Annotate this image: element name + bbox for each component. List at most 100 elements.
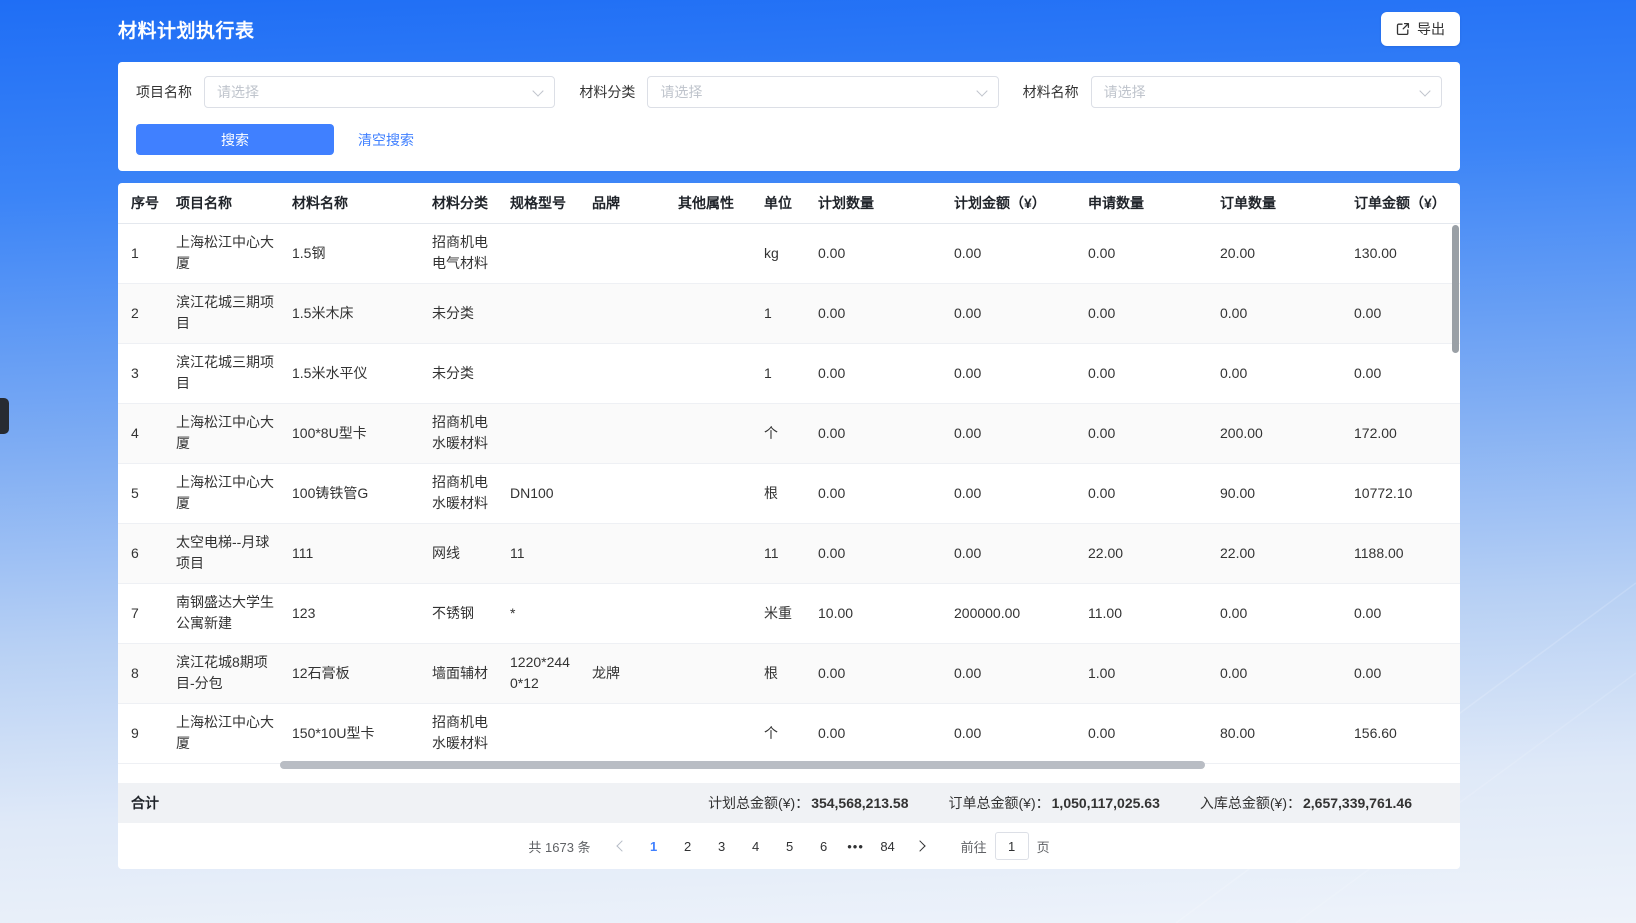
page-header: 材料计划执行表 导出 <box>118 0 1460 58</box>
table-cell <box>579 523 665 583</box>
summary-item-label: 计划总金额(¥)： <box>708 795 809 811</box>
column-header: 订单数量 <box>1207 183 1341 223</box>
table-cell: 0.00 <box>805 403 941 463</box>
search-button[interactable]: 搜索 <box>136 124 334 155</box>
prev-page-button[interactable] <box>607 831 637 861</box>
table-cell <box>579 223 665 283</box>
summary-row: 合计 计划总金额(¥)：354,568,213.58订单总金额(¥)：1,050… <box>118 783 1460 823</box>
table-cell: 11.00 <box>1075 583 1207 643</box>
horizontal-scrollbar[interactable] <box>280 761 1205 769</box>
table-cell: 滨江花城三期项目 <box>163 283 279 343</box>
table-cell: 0.00 <box>941 463 1075 523</box>
table-cell: 1220*2440*12 <box>497 643 579 703</box>
page-button-1[interactable]: 1 <box>639 831 669 861</box>
table-cell <box>579 463 665 523</box>
column-header: 单位 <box>751 183 805 223</box>
table-cell: * <box>497 583 579 643</box>
table-cell: 10772.10 <box>1341 463 1460 523</box>
page-button-4[interactable]: 4 <box>741 831 771 861</box>
table-cell: 111 <box>279 523 419 583</box>
table-row: 7南钢盛达大学生公寓新建123不锈钢*米重10.00200000.0011.00… <box>118 583 1460 643</box>
table-cell: 1.00 <box>1075 643 1207 703</box>
table-cell: 0.00 <box>1341 283 1460 343</box>
select-input-1[interactable]: 请选择 <box>647 76 998 108</box>
table-cell: 22.00 <box>1075 523 1207 583</box>
column-header: 其他属性 <box>665 183 751 223</box>
page-button-3[interactable]: 3 <box>707 831 737 861</box>
clear-search-link[interactable]: 清空搜索 <box>358 130 414 150</box>
drawer-handle[interactable] <box>0 398 9 434</box>
table-cell <box>497 223 579 283</box>
table-cell: 未分类 <box>419 283 497 343</box>
page-button-84[interactable]: 84 <box>873 831 903 861</box>
table-cell: 滨江花城三期项目 <box>163 343 279 403</box>
page-button-6[interactable]: 6 <box>809 831 839 861</box>
table-cell: 网线 <box>419 523 497 583</box>
goto-page-input[interactable] <box>995 832 1029 860</box>
table-cell: 0.00 <box>1075 463 1207 523</box>
table-cell: 不锈钢 <box>419 583 497 643</box>
select-input-0[interactable]: 请选择 <box>204 76 555 108</box>
table-cell: 0.00 <box>805 223 941 283</box>
table-cell: 个 <box>751 703 805 763</box>
table-cell: 8 <box>118 643 163 703</box>
table-cell: 滨江花城8期项目-分包 <box>163 643 279 703</box>
vertical-scrollbar[interactable] <box>1452 225 1459 353</box>
summary-item-label: 入库总金额(¥)： <box>1200 795 1301 811</box>
table-cell: 0.00 <box>1207 283 1341 343</box>
table-cell: 6 <box>118 523 163 583</box>
table-cell: 1.5米水平仪 <box>279 343 419 403</box>
table-cell: 南钢盛达大学生公寓新建 <box>163 583 279 643</box>
column-header: 品牌 <box>579 183 665 223</box>
page-title: 材料计划执行表 <box>118 16 255 43</box>
table-cell: 22.00 <box>1207 523 1341 583</box>
main-container: 材料计划执行表 导出 项目名称请选择材料分类请选择材料名称请选择 搜索 清空搜索 <box>118 0 1460 869</box>
column-header: 项目名称 <box>163 183 279 223</box>
table-cell: 上海松江中心大厦 <box>163 703 279 763</box>
table-cell: 0.00 <box>941 403 1075 463</box>
chevron-right-icon <box>914 840 925 851</box>
summary-item: 计划总金额(¥)：354,568,213.58 <box>708 793 908 813</box>
column-header: 计划数量 <box>805 183 941 223</box>
table-cell: 0.00 <box>805 523 941 583</box>
next-page-button[interactable] <box>905 831 935 861</box>
chevron-down-icon <box>978 90 986 95</box>
table-cell <box>665 643 751 703</box>
table-header-row: 序号项目名称材料名称材料分类规格型号品牌其他属性单位计划数量计划金额（¥）申请数… <box>118 183 1460 223</box>
pagination-goto: 前往 页 <box>961 832 1050 860</box>
table-cell: 150*10U型卡 <box>279 703 419 763</box>
table-row: 8滨江花城8期项目-分包12石膏板墙面辅材1220*2440*12龙牌根0.00… <box>118 643 1460 703</box>
page-button-2[interactable]: 2 <box>673 831 703 861</box>
summary-item: 入库总金额(¥)：2,657,339,761.46 <box>1200 793 1412 813</box>
table-cell: DN100 <box>497 463 579 523</box>
table-cell: 4 <box>118 403 163 463</box>
export-button[interactable]: 导出 <box>1381 12 1460 46</box>
table-cell: kg <box>751 223 805 283</box>
summary-items: 计划总金额(¥)：354,568,213.58订单总金额(¥)：1,050,11… <box>708 793 1412 813</box>
filter-actions: 搜索 清空搜索 <box>136 124 1442 155</box>
table-card: 序号项目名称材料名称材料分类规格型号品牌其他属性单位计划数量计划金额（¥）申请数… <box>118 183 1460 869</box>
table-cell: 1 <box>118 223 163 283</box>
column-header: 材料名称 <box>279 183 419 223</box>
page-button-5[interactable]: 5 <box>775 831 805 861</box>
table-cell: 0.00 <box>805 283 941 343</box>
select-placeholder: 请选择 <box>217 82 259 102</box>
filter-field-2: 材料名称请选择 <box>1023 76 1442 108</box>
table-cell: 0.00 <box>1207 583 1341 643</box>
table-row: 9上海松江中心大厦150*10U型卡招商机电水暖材料个0.000.000.008… <box>118 703 1460 763</box>
column-header: 订单金额（¥） <box>1341 183 1460 223</box>
table-cell: 0.00 <box>941 223 1075 283</box>
summary-item-value: 354,568,213.58 <box>811 795 908 811</box>
table-cell: 招商机电水暖材料 <box>419 403 497 463</box>
table-cell <box>579 283 665 343</box>
table-cell: 123 <box>279 583 419 643</box>
select-input-2[interactable]: 请选择 <box>1091 76 1442 108</box>
table-cell: 0.00 <box>1341 343 1460 403</box>
table-cell: 1.5钢 <box>279 223 419 283</box>
select-placeholder: 请选择 <box>1104 82 1146 102</box>
table-cell: 1 <box>751 283 805 343</box>
table-cell: 上海松江中心大厦 <box>163 403 279 463</box>
table-cell <box>665 403 751 463</box>
more-pages-ellipsis[interactable]: ••• <box>841 839 871 854</box>
table-cell: 156.60 <box>1341 703 1460 763</box>
